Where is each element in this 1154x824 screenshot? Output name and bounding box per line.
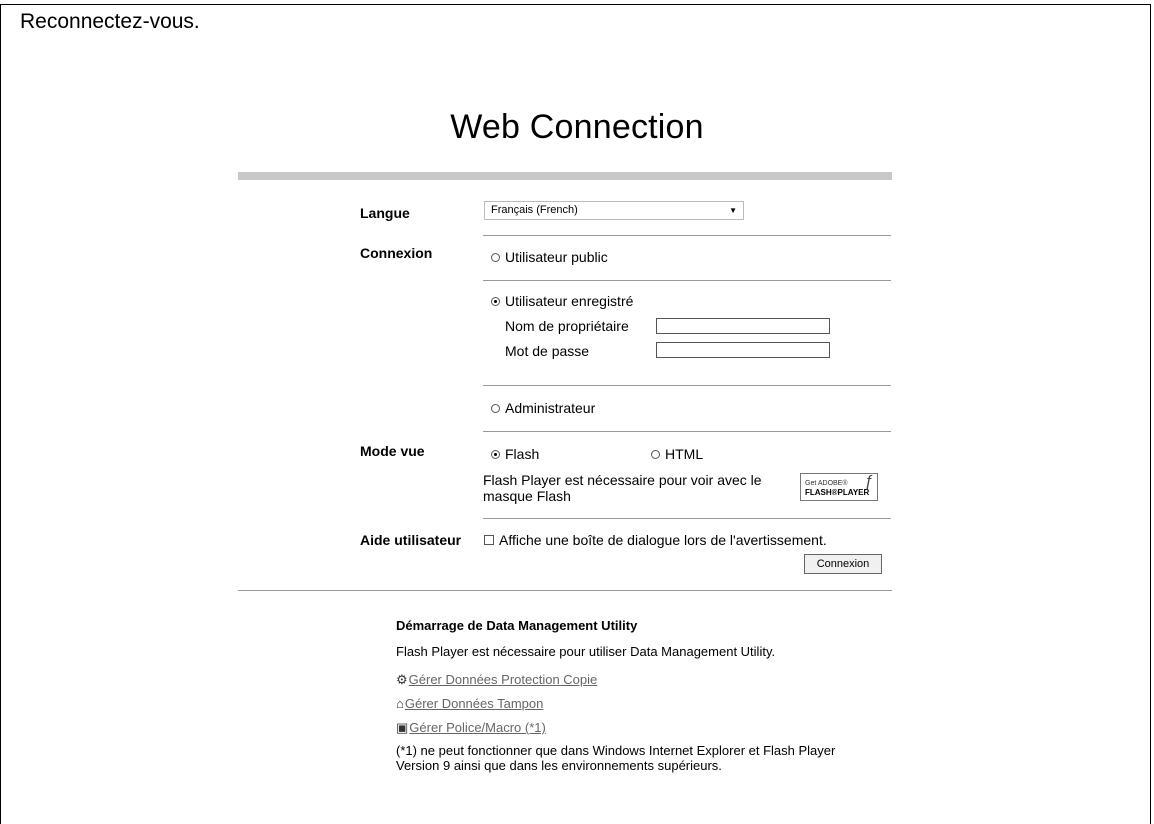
warning-dialog-checkbox[interactable] <box>484 535 494 546</box>
divider <box>238 590 892 591</box>
login-button[interactable]: Connexion <box>804 554 882 574</box>
chevron-down-icon: ▼ <box>729 206 737 215</box>
link-label: Gérer Données Tampon <box>404 696 544 711</box>
stamp-icon: ⌂ <box>396 696 404 711</box>
footnote-line1: (*1) ne peut fonctionner que dans Window… <box>396 743 836 758</box>
warning-dialog-label: Affiche une boîte de dialogue lors de l'… <box>499 532 827 548</box>
owner-name-field[interactable] <box>656 318 830 334</box>
administrator-option[interactable]: Administrateur <box>491 400 595 416</box>
dmu-footnote: (*1) ne peut fonctionner que dans Window… <box>396 743 835 773</box>
manage-font-macro-link[interactable]: ▣Gérer Police/Macro (*1) <box>396 720 546 736</box>
password-field[interactable] <box>656 342 830 358</box>
link-label: Gérer Données Protection Copie <box>408 672 598 687</box>
language-select[interactable]: Français (French) ▼ <box>484 201 744 220</box>
footnote-line2: Version 9 ainsi que dans les environneme… <box>396 758 722 773</box>
html-radio[interactable] <box>651 449 660 459</box>
html-option[interactable]: HTML <box>651 446 703 462</box>
registered-user-option[interactable]: Utilisateur enregistré <box>491 293 633 309</box>
registered-user-radio[interactable] <box>491 296 500 306</box>
flash-label: Flash <box>505 446 540 462</box>
flash-note-line2: masque Flash <box>483 488 571 504</box>
administrator-label: Administrateur <box>505 400 596 416</box>
view-mode-label: Mode vue <box>360 443 425 459</box>
flash-note: Flash Player est nécessaire pour voir av… <box>483 472 762 504</box>
password-label: Mot de passe <box>505 343 590 359</box>
manage-copy-protection-link[interactable]: ⚙Gérer Données Protection Copie <box>396 672 597 688</box>
connection-label: Connexion <box>360 245 433 261</box>
language-select-value: Français (French) <box>491 204 578 216</box>
flash-logo-icon: ƒ <box>864 473 873 490</box>
public-user-label: Utilisateur public <box>505 249 608 265</box>
manage-stamp-link[interactable]: ⌂Gérer Données Tampon <box>396 696 543 711</box>
get-flash-player-badge[interactable]: Get ADOBE® FLASH®PLAYER ƒ <box>800 473 878 501</box>
user-help-label: Aide utilisateur <box>360 532 462 548</box>
flash-option[interactable]: Flash <box>491 446 539 462</box>
flash-logo-top: Get ADOBE® <box>805 480 848 487</box>
page-title: Web Connection <box>450 108 704 146</box>
flash-radio[interactable] <box>491 449 500 459</box>
divider <box>483 235 891 236</box>
font-macro-icon: ▣ <box>396 720 409 735</box>
warning-dialog-option[interactable]: Affiche une boîte de dialogue lors de l'… <box>484 532 827 548</box>
dmu-heading: Démarrage de Data Management Utility <box>396 618 638 633</box>
divider <box>483 518 891 519</box>
reconnect-hint: Reconnectez-vous. <box>20 10 200 33</box>
html-label: HTML <box>665 446 704 462</box>
owner-name-label: Nom de propriétaire <box>505 318 629 334</box>
flash-note-line1: Flash Player est nécessaire pour voir av… <box>483 472 762 488</box>
divider <box>483 385 891 386</box>
flash-logo-bottom: FLASH®PLAYER <box>805 488 870 497</box>
link-label: Gérer Police/Macro (*1) <box>409 720 546 735</box>
divider <box>483 280 891 281</box>
dmu-note: Flash Player est nécessaire pour utilise… <box>396 644 776 659</box>
public-user-radio[interactable] <box>491 252 500 262</box>
public-user-option[interactable]: Utilisateur public <box>491 249 608 265</box>
copy-protection-icon: ⚙ <box>396 672 408 687</box>
registered-user-label: Utilisateur enregistré <box>505 293 634 309</box>
language-label: Langue <box>360 205 410 221</box>
divider <box>483 431 891 432</box>
administrator-radio[interactable] <box>491 403 500 413</box>
header-bar <box>238 172 892 180</box>
